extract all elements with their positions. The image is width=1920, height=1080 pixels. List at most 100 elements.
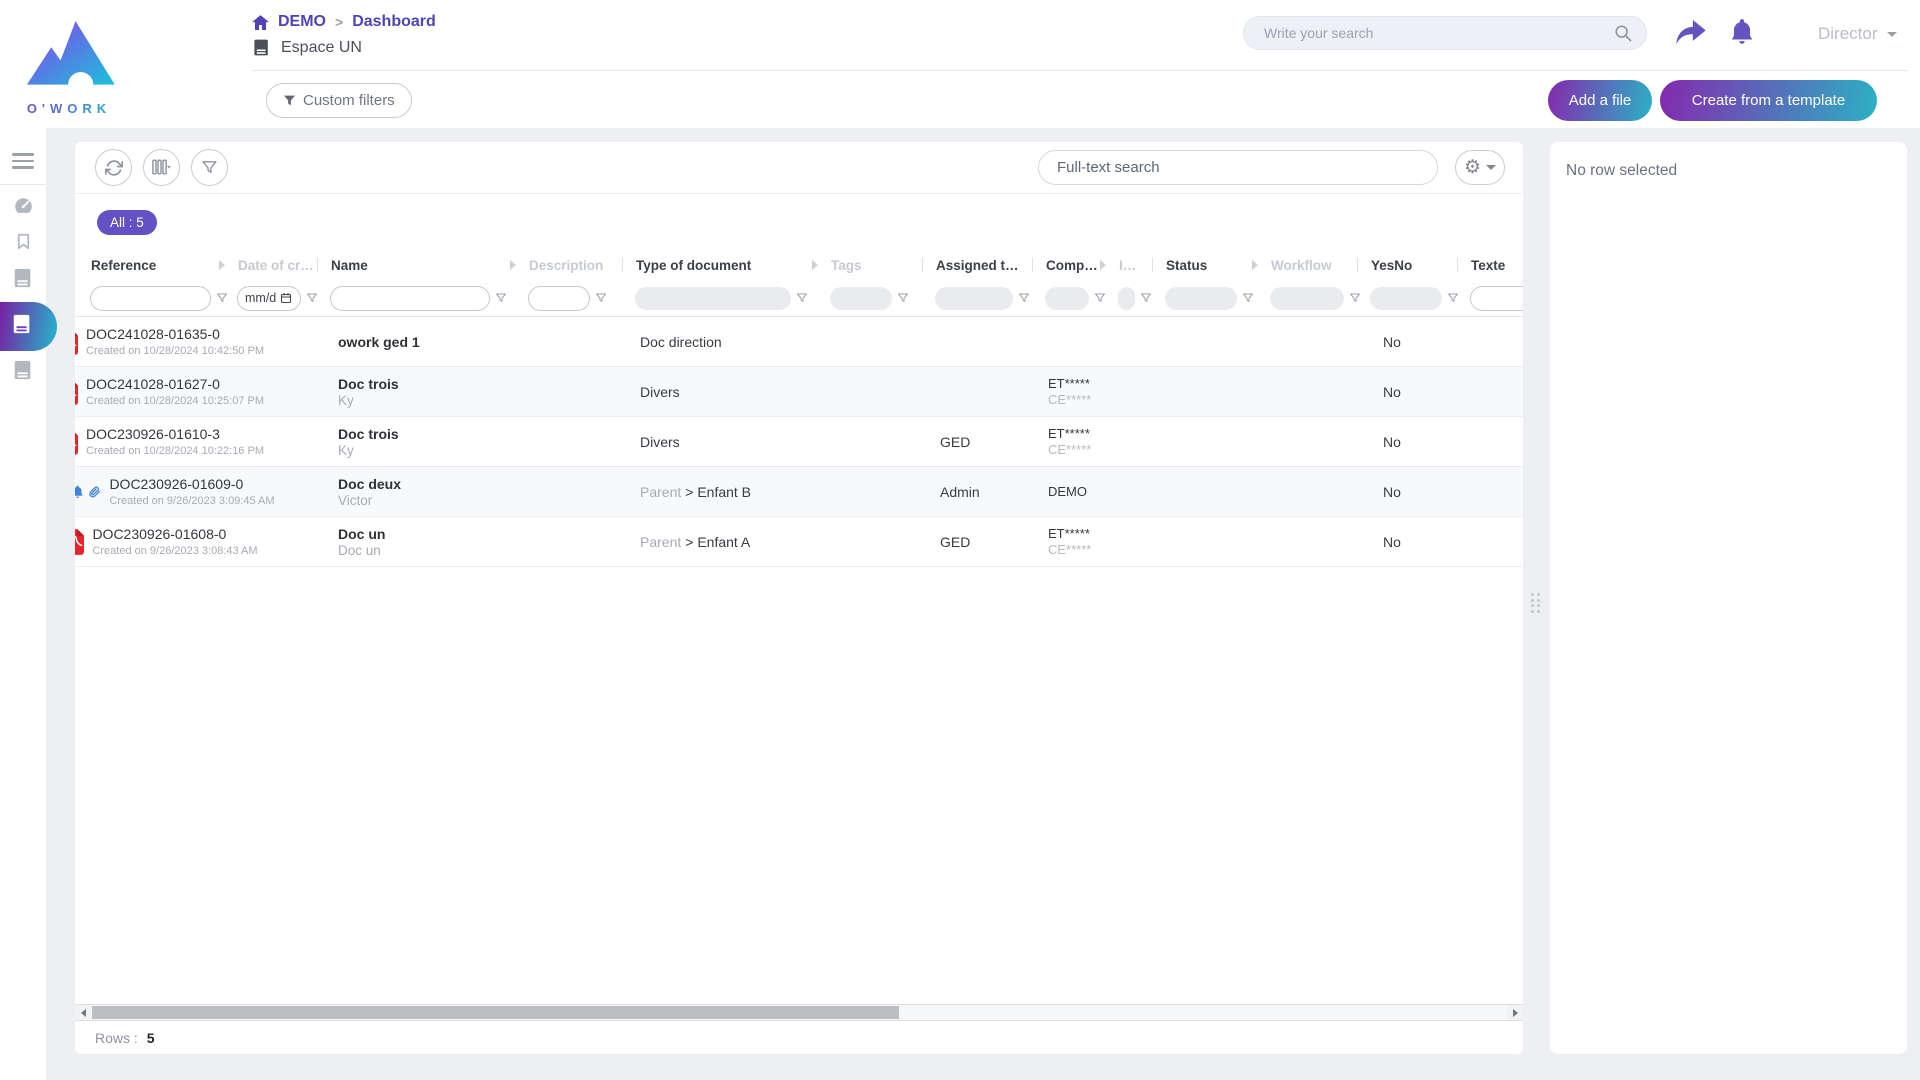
breadcrumb: DEMO > Dashboard <box>252 13 436 31</box>
menu-hamburger-icon[interactable] <box>12 153 34 169</box>
column-header-assigned-to[interactable]: Assigned t… <box>930 250 1040 280</box>
scrollbar-track[interactable] <box>91 1005 1507 1020</box>
scrollbar-thumb[interactable] <box>92 1006 899 1019</box>
book-icon <box>253 38 270 57</box>
filter-input-description[interactable] <box>528 286 590 311</box>
columns-button[interactable] <box>143 149 180 186</box>
gauge-icon <box>13 196 34 222</box>
column-header-type-of-document[interactable]: Type of document <box>630 250 825 280</box>
workspace-row: Espace UN <box>253 38 362 57</box>
filter-funnel-icon[interactable] <box>1447 292 1459 304</box>
user-role-label: Director <box>1818 24 1878 44</box>
add-file-button[interactable]: Add a file <box>1548 80 1652 121</box>
all-count-chip[interactable]: All : 5 <box>97 210 157 235</box>
sidebar-item-library-1[interactable] <box>12 269 34 291</box>
home-icon[interactable] <box>252 15 269 30</box>
document-row[interactable]: DOC241028-01627-0Created on 10/28/2024 1… <box>75 367 1523 417</box>
global-search-input[interactable] <box>1264 25 1614 41</box>
refresh-icon <box>105 159 123 177</box>
sidebar-item-library-2[interactable] <box>12 361 34 383</box>
filter-input-name[interactable] <box>330 286 490 311</box>
column-divider <box>1152 258 1153 272</box>
search-icon[interactable] <box>1614 24 1632 42</box>
sidebar-item-bookmarks[interactable] <box>12 233 34 255</box>
filter-funnel-icon[interactable] <box>897 292 909 304</box>
column-header-workflow[interactable]: Workflow <box>1265 250 1365 280</box>
column-header-description[interactable]: Description <box>523 250 630 280</box>
filter-funnel-icon[interactable] <box>216 292 228 304</box>
filter-input-reference[interactable] <box>90 286 211 311</box>
filter-disabled-company <box>1045 287 1089 310</box>
filter-disabled-workflow <box>1270 287 1344 310</box>
sidebar-item-documents-active[interactable] <box>0 302 57 351</box>
sort-arrow-icon[interactable] <box>219 260 225 270</box>
pdf-file-icon <box>75 379 78 405</box>
column-header-texte[interactable]: Texte <box>1465 250 1523 280</box>
mountain-logo-icon <box>17 81 121 98</box>
sidebar <box>0 0 46 1080</box>
filter-funnel-icon[interactable] <box>495 292 507 304</box>
notifications-bell-icon[interactable] <box>1729 18 1755 46</box>
filter-funnel-icon[interactable] <box>1242 292 1254 304</box>
pdf-file-icon <box>75 529 84 555</box>
header-divider <box>252 70 1908 71</box>
column-header-yesno[interactable]: YesNo <box>1365 250 1465 280</box>
share-forward-icon[interactable] <box>1676 20 1706 47</box>
column-header-i[interactable]: I… <box>1113 250 1160 280</box>
filter-date-input[interactable]: mm/d <box>237 286 301 311</box>
column-header-name[interactable]: Name <box>325 250 523 280</box>
filter-input-texte[interactable] <box>1470 286 1523 311</box>
scroll-left-arrow[interactable] <box>75 1005 91 1020</box>
horizontal-scrollbar[interactable] <box>75 1004 1523 1021</box>
filter-funnel-icon[interactable] <box>1140 292 1152 304</box>
workspace-name: Espace UN <box>281 39 362 57</box>
columns-icon <box>152 159 171 176</box>
grid-toolbar: ⚙ <box>75 142 1523 194</box>
column-header-reference[interactable]: Reference <box>85 250 232 280</box>
document-row[interactable]: DOC230926-01609-0Created on 9/26/2023 3:… <box>75 467 1523 517</box>
pdf-file-icon <box>75 329 78 355</box>
chevron-down-icon <box>1486 165 1496 170</box>
create-from-template-button[interactable]: Create from a template <box>1660 80 1877 121</box>
sort-arrow-icon[interactable] <box>1100 260 1106 270</box>
column-header-company[interactable]: Comp… <box>1040 250 1113 280</box>
column-divider <box>1032 258 1033 272</box>
pdf-file-icon <box>75 429 78 455</box>
grid-settings-button[interactable]: ⚙ <box>1455 150 1505 185</box>
sort-arrow-icon[interactable] <box>812 260 818 270</box>
filter-funnel-icon[interactable] <box>1094 292 1106 304</box>
no-row-selected-message: No row selected <box>1566 162 1891 180</box>
user-role-menu[interactable]: Director <box>1818 24 1897 44</box>
column-header-tags[interactable]: Tags <box>825 250 930 280</box>
filter-funnel-icon[interactable] <box>595 292 607 304</box>
sort-arrow-icon[interactable] <box>1252 260 1258 270</box>
refresh-button[interactable] <box>95 149 132 186</box>
filter-funnel-icon[interactable] <box>1349 292 1361 304</box>
panel-resize-grip[interactable] <box>1531 593 1541 621</box>
document-row[interactable]: DOC241028-01635-0Created on 10/28/2024 1… <box>75 317 1523 367</box>
sort-arrow-icon[interactable] <box>510 260 516 270</box>
column-header-status[interactable]: Status <box>1160 250 1265 280</box>
app-logo[interactable]: O'WORK <box>14 8 124 116</box>
filter-funnel-icon[interactable] <box>306 292 318 304</box>
document-row[interactable]: DOC230926-01608-0Created on 9/26/2023 3:… <box>75 517 1523 567</box>
filter-funnel-icon[interactable] <box>1018 292 1030 304</box>
custom-filters-button[interactable]: Custom filters <box>266 83 412 118</box>
fulltext-search-input[interactable] <box>1057 159 1419 176</box>
breadcrumb-current[interactable]: Dashboard <box>352 13 436 31</box>
table-filter-row: mm/d <box>75 280 1523 317</box>
fulltext-search <box>1038 150 1438 185</box>
column-divider <box>622 258 623 272</box>
breadcrumb-root[interactable]: DEMO <box>278 13 326 31</box>
filter-funnel-icon[interactable] <box>796 292 808 304</box>
rows-label: Rows : <box>95 1030 138 1046</box>
column-divider <box>317 258 318 272</box>
scroll-right-arrow[interactable] <box>1507 1005 1523 1020</box>
calendar-icon <box>280 292 292 304</box>
document-row[interactable]: DOC230926-01610-3Created on 10/28/2024 1… <box>75 417 1523 467</box>
sidebar-item-dashboard[interactable] <box>12 198 34 220</box>
filter-button[interactable] <box>191 149 228 186</box>
column-header-date-of-creation[interactable]: Date of cr… <box>232 250 325 280</box>
alert-bell-icon <box>75 485 84 499</box>
filter-disabled-yesno <box>1370 287 1442 310</box>
